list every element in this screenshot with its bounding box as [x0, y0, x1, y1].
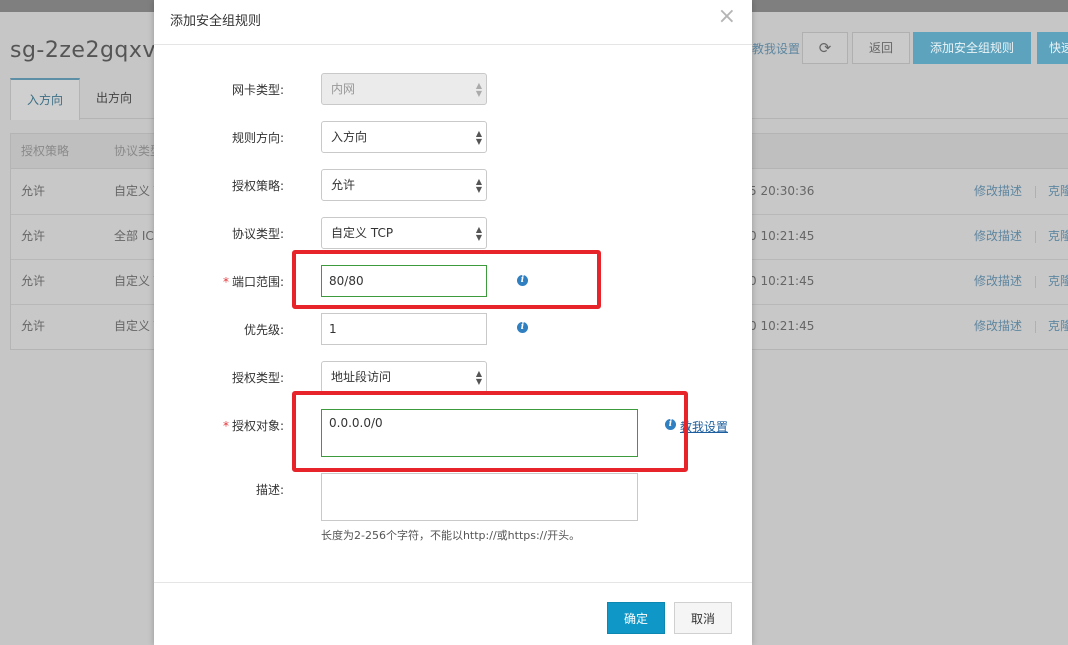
port-range-label-text: 端口范围:: [231, 275, 284, 289]
priority-label: 优先级:: [243, 323, 284, 337]
auth-type-select[interactable]: 地址段访问 ▲ ▼: [321, 361, 487, 393]
description-textarea[interactable]: [321, 473, 638, 521]
row-policy: 允许: [21, 274, 46, 288]
divider: [1035, 276, 1036, 288]
edit-description-link[interactable]: 修改描述: [974, 169, 1022, 214]
row-time: 0 10:21:45: [749, 274, 815, 288]
nic-type-value: 内网: [331, 82, 356, 96]
auth-type-label: 授权类型:: [231, 371, 284, 385]
help-link[interactable]: 教我设置: [752, 40, 800, 57]
clone-link[interactable]: 克隆: [1048, 214, 1068, 259]
select-arrows-icon: ▲ ▼: [475, 129, 482, 146]
description-hint: 长度为2-256个字符，不能以http://或https://开头。: [321, 529, 581, 542]
auth-object-label: * 授权对象:: [154, 417, 284, 434]
port-range-label: * 端口范围:: [154, 273, 284, 290]
row-time: 0 10:21:45: [749, 319, 815, 333]
select-arrows-icon: ▲ ▼: [475, 225, 482, 242]
divider: [1035, 231, 1036, 243]
divider: [1035, 186, 1036, 198]
row-policy: 允许: [21, 319, 46, 333]
clone-link[interactable]: 克隆: [1048, 304, 1068, 349]
edit-description-link[interactable]: 修改描述: [974, 214, 1022, 259]
refresh-button[interactable]: ⟳: [802, 32, 848, 64]
auth-type-value: 地址段访问: [331, 370, 392, 384]
refresh-icon: ⟳: [818, 39, 832, 57]
protocol-label: 协议类型:: [231, 227, 284, 241]
policy-label: 授权策略:: [231, 179, 284, 193]
add-rule-button[interactable]: 添加安全组规则: [913, 32, 1031, 64]
nic-type-select[interactable]: 内网 ▲ ▼: [321, 73, 487, 105]
divider: [154, 582, 752, 583]
row-policy: 允许: [21, 229, 46, 243]
select-arrows-icon: ▲ ▼: [475, 369, 482, 386]
select-arrows-icon: ▲ ▼: [475, 177, 482, 194]
port-range-highlight: [292, 250, 601, 309]
edit-description-link[interactable]: 修改描述: [974, 259, 1022, 304]
header-policy: 授权策略: [21, 144, 70, 158]
back-button[interactable]: 返回: [852, 32, 910, 64]
protocol-select[interactable]: 自定义 TCP ▲ ▼: [321, 217, 487, 249]
direction-select[interactable]: 入方向 ▲ ▼: [321, 121, 487, 153]
nic-type-label: 网卡类型:: [231, 83, 284, 97]
auth-object-label-text: 授权对象:: [231, 419, 284, 433]
clone-link[interactable]: 克隆: [1048, 259, 1068, 304]
row-time: 0 10:21:45: [749, 229, 815, 243]
divider: [1035, 321, 1036, 333]
info-icon[interactable]: i: [517, 322, 528, 333]
row-time: 5 20:30:36: [749, 184, 815, 198]
policy-value: 允许: [331, 178, 356, 192]
page-title: sg-2ze2gqxv: [10, 38, 156, 63]
row-protocol: 全部 IC: [114, 229, 154, 243]
auth-object-highlight: [292, 391, 688, 472]
required-mark: *: [222, 275, 229, 289]
row-policy: 允许: [21, 184, 46, 198]
tab-outbound[interactable]: 出方向: [80, 78, 148, 118]
cancel-button[interactable]: 取消: [674, 602, 732, 634]
priority-input[interactable]: 1: [321, 313, 487, 345]
policy-select[interactable]: 允许 ▲ ▼: [321, 169, 487, 201]
tab-inbound[interactable]: 入方向: [10, 78, 80, 120]
clone-link[interactable]: 克隆: [1048, 169, 1068, 214]
dialog-title: 添加安全组规则: [170, 14, 262, 29]
protocol-value: 自定义 TCP: [331, 226, 394, 240]
edit-description-link[interactable]: 修改描述: [974, 304, 1022, 349]
select-arrows-icon: ▲ ▼: [475, 81, 482, 98]
divider: [154, 44, 752, 45]
description-label: 描述:: [255, 483, 284, 497]
confirm-button[interactable]: 确定: [607, 602, 665, 634]
direction-label: 规则方向:: [231, 131, 284, 145]
quick-button[interactable]: 快速: [1037, 32, 1068, 64]
close-icon[interactable]: ×: [718, 4, 736, 29]
add-rule-dialog: 添加安全组规则 × 网卡类型: 内网 ▲ ▼ 规则方向: 入方向 ▲ ▼ 授权策略:…: [154, 0, 752, 645]
required-mark: *: [222, 419, 229, 433]
direction-value: 入方向: [331, 130, 368, 144]
